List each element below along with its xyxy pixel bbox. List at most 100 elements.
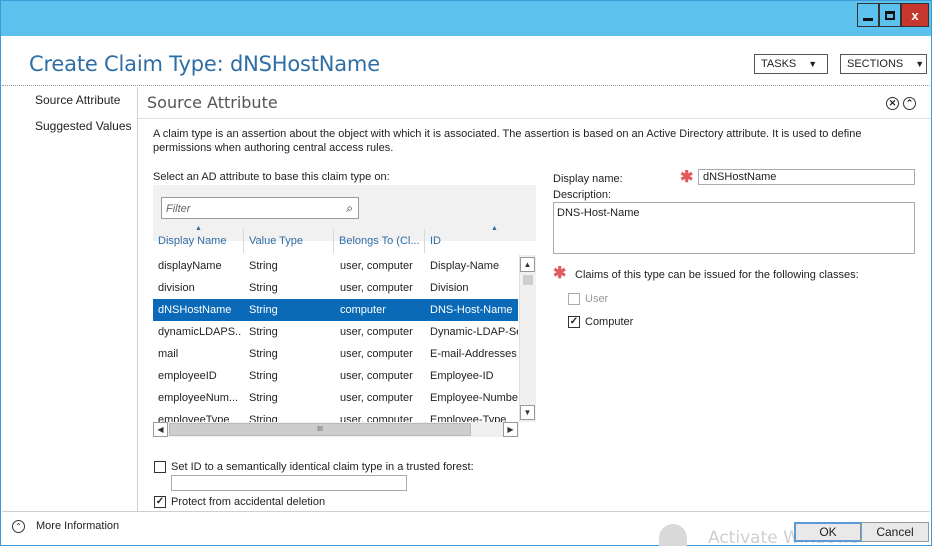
- footer: ⌃ More Information Activate Windows OK C…: [2, 511, 930, 548]
- expand-icon[interactable]: ⌃: [12, 520, 25, 533]
- close-icon: x: [911, 7, 919, 23]
- classes-label: Claims of this type can be issued for th…: [575, 269, 859, 281]
- cell-display-name: division: [158, 282, 195, 294]
- filter-input[interactable]: Filter ⌕: [161, 197, 359, 219]
- cell-belongs-to: user, computer: [340, 392, 413, 404]
- intro-text: A claim type is an assertion about the o…: [153, 128, 862, 154]
- cell-value-type: String: [249, 348, 278, 360]
- cell-id: Display-Name: [430, 260, 500, 272]
- cell-id: DNS-Host-Name: [430, 304, 513, 316]
- cell-belongs-to: user, computer: [340, 260, 413, 272]
- set-id-input[interactable]: [171, 475, 407, 491]
- computer-class-label: Computer: [585, 316, 634, 328]
- table-row[interactable]: displayName String user, computer Displa…: [153, 255, 518, 277]
- search-icon[interactable]: ⌕: [346, 201, 353, 216]
- minimize-button[interactable]: [857, 3, 879, 27]
- window: x Create Claim Type: dNSHostName TASKS ▼ …: [0, 0, 932, 548]
- protect-deletion-label: Protect from accidental deletion: [171, 496, 326, 508]
- column-header-label: Display Name: [158, 235, 227, 247]
- title-bar: x: [1, 1, 931, 36]
- cell-belongs-to: user, computer: [340, 370, 413, 382]
- required-icon: ✱: [553, 265, 567, 282]
- tasks-label: TASKS: [761, 58, 797, 70]
- description-value: DNS-Host-Name: [557, 207, 640, 219]
- table-row[interactable]: division String user, computer Division: [153, 277, 518, 299]
- cell-value-type: String: [249, 260, 278, 272]
- attribute-grid: Filter ⌕ Display Name ▲ Value Type Belon…: [153, 185, 536, 437]
- minimize-icon: [863, 17, 873, 21]
- sort-up-icon: ▲: [491, 225, 498, 232]
- scroll-thumb[interactable]: [523, 275, 533, 285]
- cell-display-name: employeeType: [158, 414, 230, 422]
- table-row[interactable]: dynamicLDAPS... String user, computer Dy…: [153, 321, 518, 343]
- cell-id: Division: [430, 282, 469, 294]
- user-class-label: User: [585, 293, 609, 305]
- computer-class-checkbox[interactable]: ✓: [568, 316, 580, 328]
- table-row[interactable]: employeeType String user, computer Emplo…: [153, 409, 518, 422]
- description-label: Description:: [553, 189, 612, 201]
- scroll-thumb[interactable]: III: [169, 423, 471, 436]
- collapse-section-icon[interactable]: ⌃: [903, 97, 916, 110]
- more-information-link[interactable]: More Information: [36, 520, 119, 532]
- cell-value-type: String: [249, 282, 278, 294]
- header: Create Claim Type: dNSHostName TASKS ▼ SE…: [2, 36, 930, 86]
- tasks-button[interactable]: TASKS ▼: [754, 54, 828, 74]
- cell-belongs-to: user, computer: [340, 414, 413, 422]
- scroll-right-icon[interactable]: ▶: [503, 422, 518, 437]
- display-name-label: Display name:: [553, 173, 623, 185]
- scroll-left-icon[interactable]: ◀: [153, 422, 168, 437]
- cell-value-type: String: [249, 414, 278, 422]
- sections-button[interactable]: SECTIONS ▼: [840, 54, 927, 74]
- set-id-checkbox[interactable]: [154, 461, 166, 473]
- column-header-value-type[interactable]: Value Type: [244, 229, 334, 253]
- cancel-button[interactable]: Cancel: [861, 522, 929, 542]
- description-input[interactable]: DNS-Host-Name: [553, 202, 915, 254]
- vertical-scrollbar[interactable]: ▲ ▼: [519, 255, 536, 422]
- column-header-display-name[interactable]: Display Name ▲: [153, 225, 244, 253]
- cell-belongs-to: user, computer: [340, 348, 413, 360]
- cell-id: Dynamic-LDAP-Ser: [430, 326, 518, 338]
- close-button[interactable]: x: [901, 3, 929, 27]
- select-attribute-label: Select an AD attribute to base this clai…: [153, 171, 390, 183]
- watermark-icon: [659, 524, 687, 546]
- maximize-button[interactable]: [879, 3, 901, 27]
- table-row[interactable]: employeeID String user, computer Employe…: [153, 365, 518, 387]
- cell-value-type: String: [249, 392, 278, 404]
- cell-display-name: displayName: [158, 260, 222, 272]
- cell-id: E-mail-Addresses: [430, 348, 517, 360]
- table-row[interactable]: mail String user, computer E-mail-Addres…: [153, 343, 518, 365]
- display-name-value: dNSHostName: [703, 171, 777, 183]
- cell-display-name: employeeID: [158, 370, 217, 382]
- cell-id: Employee-ID: [430, 370, 494, 382]
- table-row[interactable]: employeeNum... String user, computer Emp…: [153, 387, 518, 409]
- ok-button[interactable]: OK: [794, 522, 862, 542]
- display-name-input[interactable]: dNSHostName: [698, 169, 915, 185]
- column-header-belongs-to[interactable]: Belongs To (Cl...: [334, 229, 425, 253]
- filter-placeholder: Filter: [166, 203, 191, 215]
- table-row-selected[interactable]: dNSHostName String computer DNS-Host-Nam…: [153, 299, 518, 321]
- cell-display-name: employeeNum...: [158, 392, 239, 404]
- section-header: Source Attribute ✕ ⌃: [138, 87, 931, 119]
- sort-up-icon: ▲: [195, 225, 202, 232]
- user-class-checkbox[interactable]: [568, 293, 580, 305]
- column-header-id[interactable]: ID ▲: [425, 225, 536, 253]
- nav-item-suggested-values[interactable]: Suggested Values: [35, 119, 132, 133]
- main-panel: Source Attribute ✕ ⌃ A claim type is an …: [137, 87, 931, 511]
- chevron-down-icon: ▼: [808, 59, 818, 69]
- nav-item-source-attribute[interactable]: Source Attribute: [35, 93, 120, 107]
- column-header-label: ID: [430, 235, 441, 247]
- close-section-icon[interactable]: ✕: [886, 97, 899, 110]
- column-header-label: Value Type: [249, 235, 304, 247]
- cell-display-name: dynamicLDAPS...: [158, 326, 242, 338]
- horizontal-scrollbar[interactable]: ◀ III ▶: [153, 422, 519, 437]
- grid-rows: displayName String user, computer Displa…: [153, 255, 518, 422]
- cell-id: Employee-Type: [430, 414, 507, 422]
- cell-value-type: String: [249, 370, 278, 382]
- scroll-up-icon[interactable]: ▲: [520, 257, 535, 272]
- scroll-down-icon[interactable]: ▼: [520, 405, 535, 420]
- protect-deletion-checkbox[interactable]: ✓: [154, 496, 166, 508]
- cell-id: Employee-Number: [430, 392, 518, 404]
- cell-display-name: mail: [158, 348, 179, 360]
- cell-value-type: String: [249, 304, 278, 316]
- chevron-down-icon: ▼: [915, 59, 925, 69]
